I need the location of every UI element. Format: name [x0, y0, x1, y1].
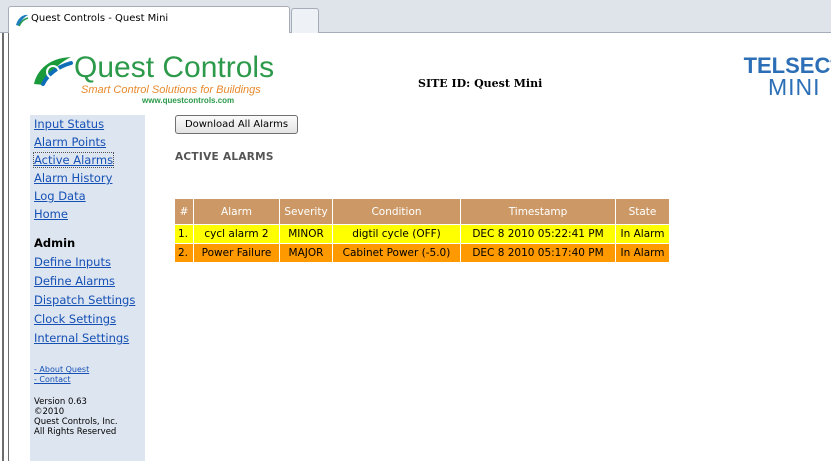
- alarm-severity: MAJOR: [279, 243, 333, 263]
- quest-controls-logo[interactable]: Quest Controls Smart Control Solutions f…: [31, 51, 291, 107]
- column-header-number: #: [174, 198, 194, 225]
- admin-section-title: Admin: [34, 236, 76, 250]
- table-header-row: # Alarm Severity Condition Timestamp Sta…: [174, 198, 670, 225]
- alarm-timestamp: DEC 8 2010 05:17:40 PM: [460, 243, 616, 263]
- version-info: Version 0.63 ©2010 Quest Controls, Inc. …: [34, 397, 118, 437]
- browser-tab-title: Quest Controls - Quest Mini: [31, 13, 169, 24]
- alarm-state: In Alarm: [615, 243, 670, 263]
- browser-tab-strip: Quest Controls - Quest Mini: [0, 0, 831, 33]
- column-header-timestamp: Timestamp: [460, 198, 616, 225]
- sidebar-item-alarm-points[interactable]: Alarm Points: [34, 135, 106, 149]
- sidebar-item-active-alarms[interactable]: Active Alarms: [32, 152, 115, 168]
- rights-line: All Rights Reserved: [34, 427, 117, 437]
- sidebar-item-define-alarms[interactable]: Define Alarms: [34, 274, 115, 288]
- telsec-mini-logo: TELSEC® MINI: [727, 53, 831, 105]
- version-line: Version 0.63: [34, 397, 87, 407]
- alarm-timestamp: DEC 8 2010 05:22:41 PM: [460, 224, 616, 244]
- column-header-state: State: [615, 198, 670, 225]
- sidebar-item-define-inputs[interactable]: Define Inputs: [34, 255, 111, 269]
- table-row: 1. cycl alarm 2 MINOR digtil cycle (OFF)…: [174, 224, 670, 244]
- about-quest-link[interactable]: - About Quest: [34, 365, 89, 374]
- new-tab-button[interactable]: [291, 8, 319, 33]
- page-header: Quest Controls Smart Control Solutions f…: [13, 45, 831, 115]
- site-id: SITE ID: Quest Mini: [418, 77, 543, 90]
- alarm-condition: digtil cycle (OFF): [332, 224, 461, 244]
- column-header-severity: Severity: [279, 198, 333, 225]
- logo-url: www.questcontrols.com: [142, 96, 235, 105]
- window-frame-left-line: [2, 33, 4, 461]
- download-all-alarms-button[interactable]: Download All Alarms: [175, 115, 298, 134]
- alarm-name: cycl alarm 2: [193, 224, 280, 244]
- sidebar-item-log-data[interactable]: Log Data: [34, 189, 86, 203]
- sidebar-item-clock-settings[interactable]: Clock Settings: [34, 312, 116, 326]
- quest-logo-icon: [16, 14, 29, 27]
- product-model: MINI: [768, 74, 821, 100]
- alarm-name: Power Failure: [193, 243, 280, 263]
- logo-tagline: Smart Control Solutions for Buildings: [81, 84, 261, 96]
- alarm-condition: Cabinet Power (-5.0): [332, 243, 461, 263]
- company-line: Quest Controls, Inc.: [34, 417, 118, 427]
- table-row: 2. Power Failure MAJOR Cabinet Power (-5…: [174, 243, 670, 263]
- sidebar-item-dispatch-settings[interactable]: Dispatch Settings: [34, 293, 135, 307]
- contact-link[interactable]: - Contact: [34, 375, 71, 384]
- browser-tab-active[interactable]: Quest Controls - Quest Mini: [8, 6, 290, 33]
- quest-swoosh-icon: [34, 57, 73, 86]
- column-header-alarm: Alarm: [193, 198, 280, 225]
- sidebar-item-internal-settings[interactable]: Internal Settings: [34, 331, 129, 345]
- row-number: 1.: [174, 224, 194, 244]
- column-header-condition: Condition: [332, 198, 461, 225]
- row-number: 2.: [174, 243, 194, 263]
- alarm-state: In Alarm: [615, 224, 670, 244]
- sidebar: Input Status Alarm Points Active Alarms …: [30, 115, 145, 461]
- sidebar-item-alarm-history[interactable]: Alarm History: [34, 171, 112, 185]
- sidebar-item-home[interactable]: Home: [34, 207, 68, 221]
- alarm-severity: MINOR: [279, 224, 333, 244]
- active-alarms-table: # Alarm Severity Condition Timestamp Sta…: [174, 198, 670, 263]
- sidebar-item-input-status[interactable]: Input Status: [34, 117, 104, 131]
- copyright-line: ©2010: [34, 407, 65, 417]
- page-title: ACTIVE ALARMS: [175, 151, 274, 163]
- logo-name: Quest Controls: [74, 51, 275, 84]
